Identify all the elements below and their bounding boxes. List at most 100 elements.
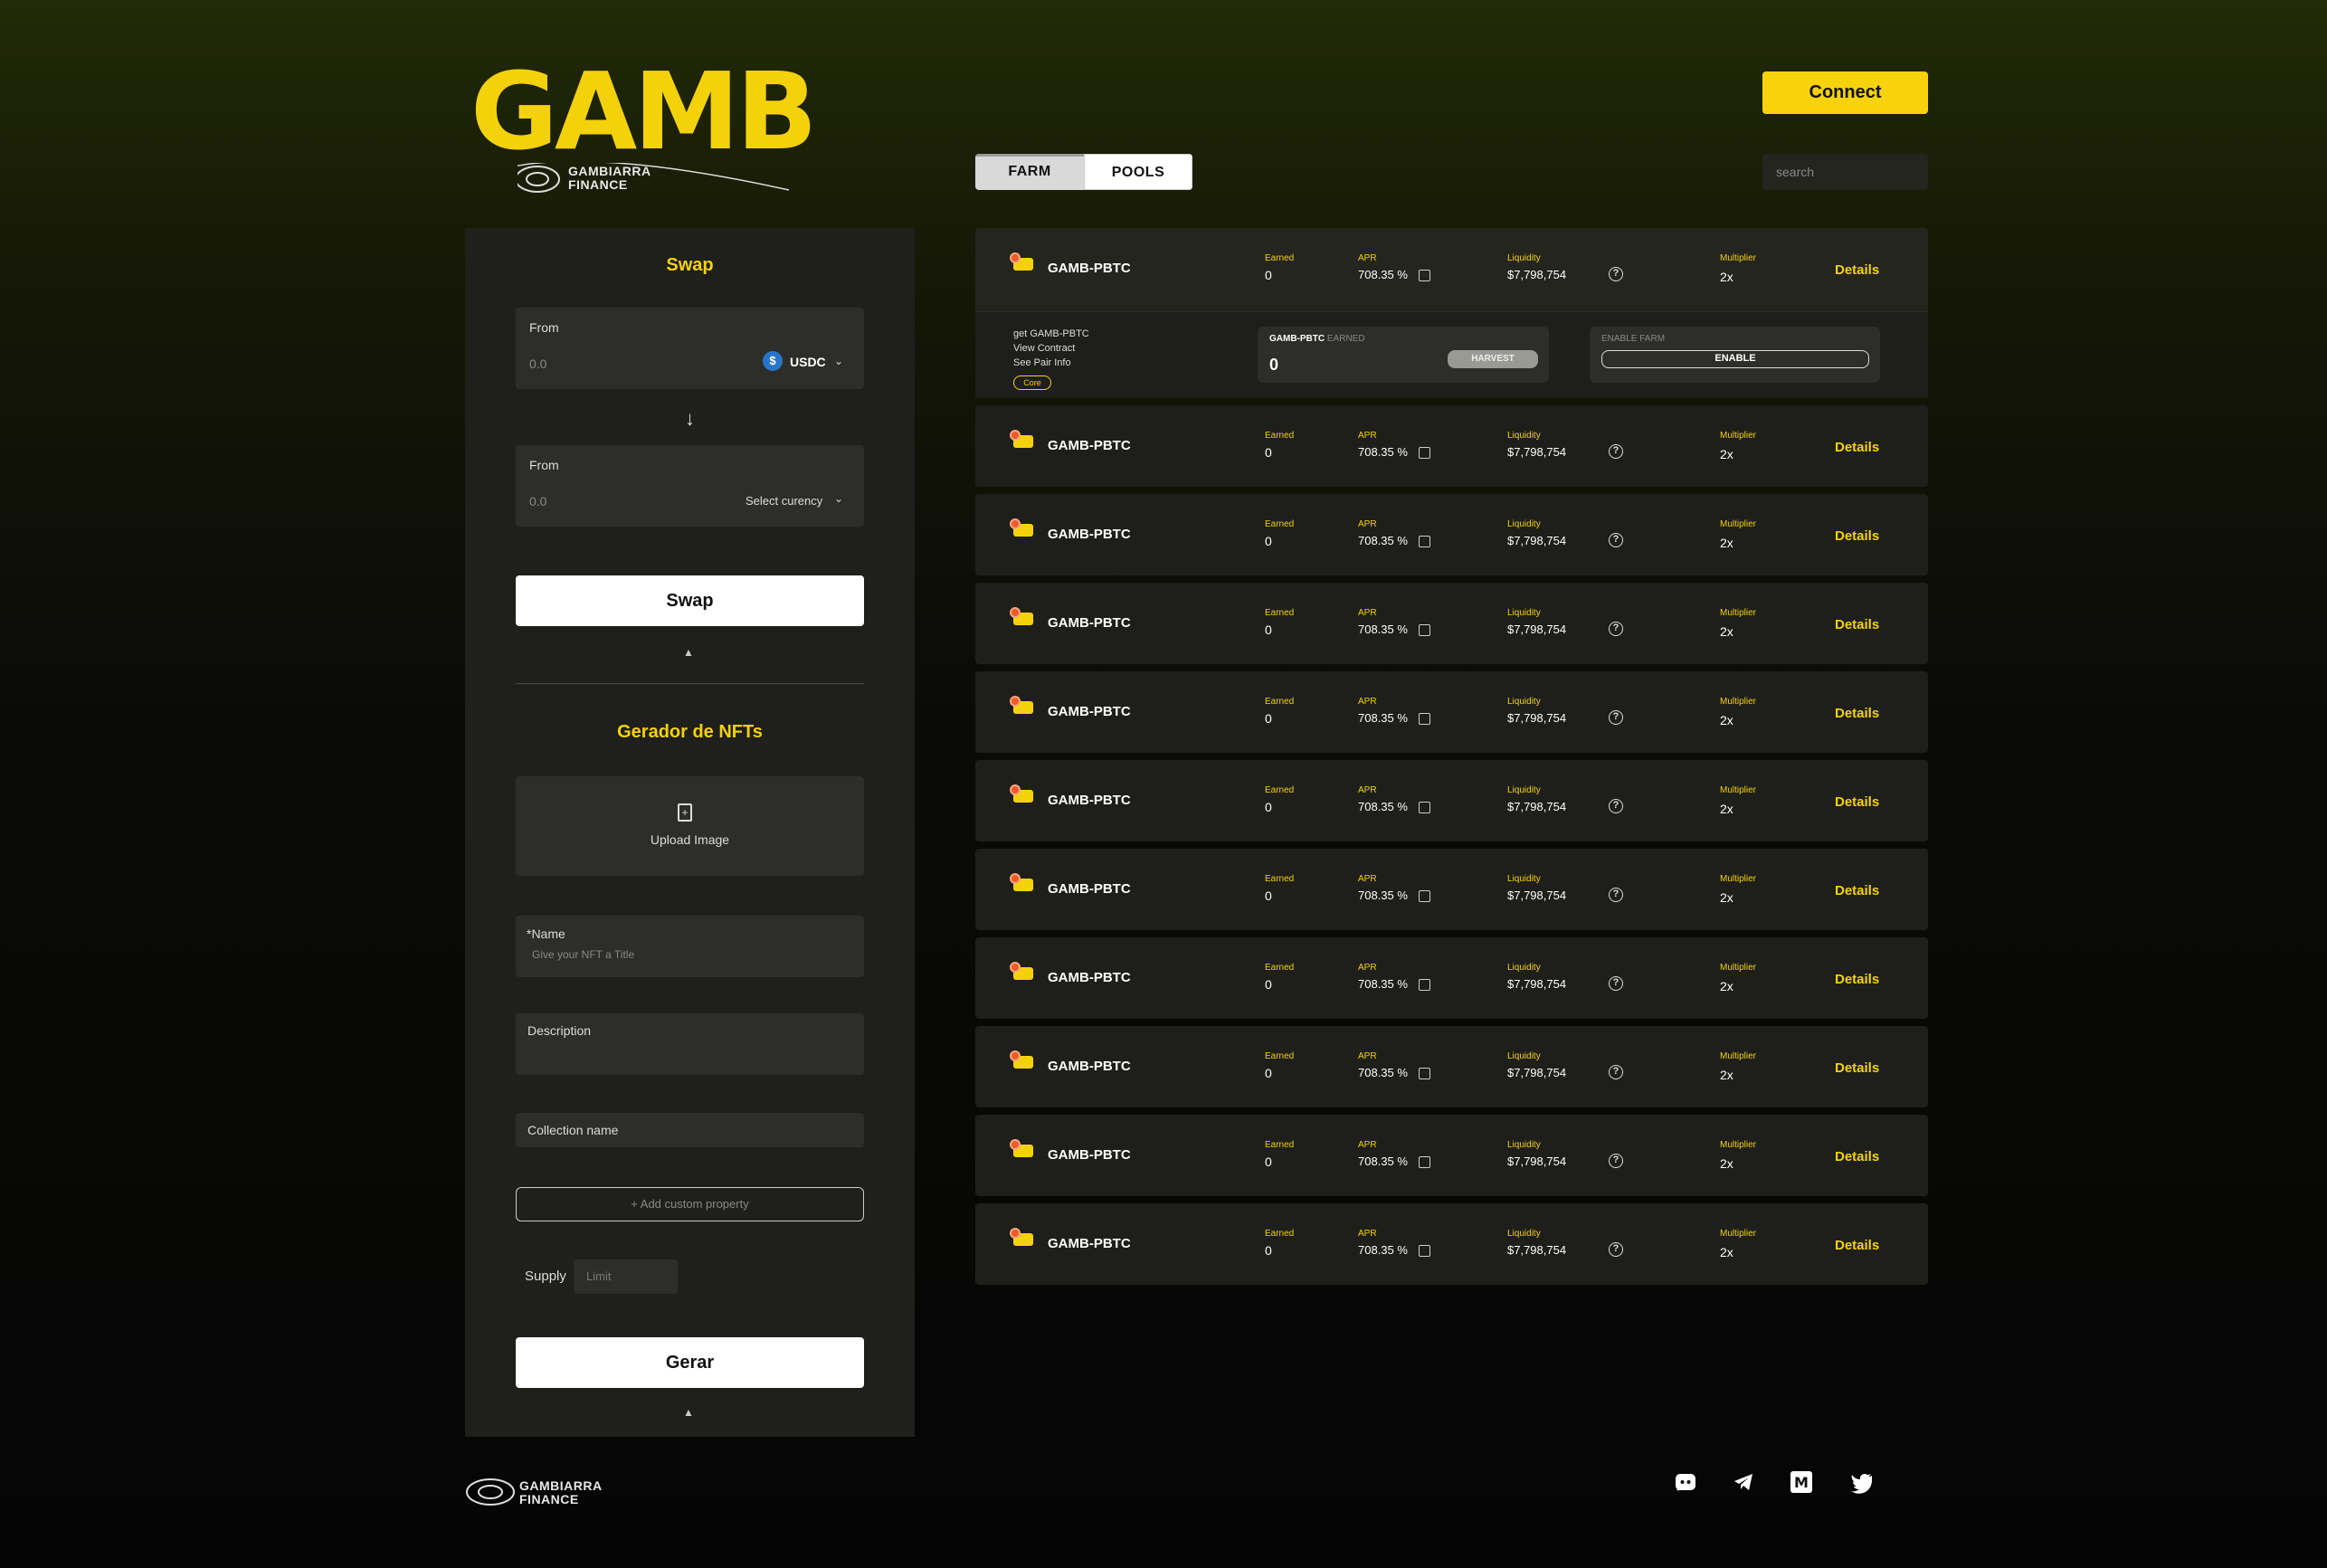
farm-row[interactable]: GAMB-PBTC Earned 0 APR 708.35 % Liquidit… (975, 937, 1928, 1019)
help-icon[interactable]: ? (1609, 444, 1623, 459)
medium-icon[interactable]: M (1790, 1470, 1813, 1494)
help-icon[interactable]: ? (1609, 622, 1623, 636)
gamb-logo[interactable]: GAMB GAMBIARRA FINANCE (465, 58, 818, 199)
calculator-icon[interactable] (1419, 713, 1430, 725)
calculator-icon[interactable] (1419, 624, 1430, 636)
calculator-icon[interactable] (1419, 979, 1430, 991)
calculator-icon[interactable] (1419, 802, 1430, 813)
twitter-icon[interactable] (1850, 1470, 1874, 1494)
nft-name-input[interactable]: Give your NFT a Title (532, 948, 634, 961)
calculator-icon[interactable] (1419, 270, 1430, 281)
farm-row[interactable]: GAMB-PBTC Earned 0 APR 708.35 % Liquidit… (975, 405, 1928, 487)
farm-row[interactable]: GAMB-PBTC Earned 0 APR 708.35 % Liquidit… (975, 1115, 1928, 1196)
help-icon[interactable]: ? (1609, 267, 1623, 281)
nft-description-field[interactable]: Description (516, 1013, 864, 1075)
add-custom-property-button[interactable]: + Add custom property (516, 1187, 864, 1221)
help-icon[interactable]: ? (1609, 799, 1623, 813)
details-link[interactable]: Details (1835, 1149, 1879, 1164)
earned-value: 0 (1265, 889, 1272, 903)
token-pair-icon (1010, 1139, 1033, 1157)
chevron-down-icon[interactable]: ⌄ (834, 355, 843, 367)
farm-row[interactable]: GAMB-PBTC Earned 0 APR 708.35 % Liquidit… (975, 494, 1928, 575)
nft-name-field[interactable]: *Name Give your NFT a Title (516, 916, 864, 977)
swap-button[interactable]: Swap (516, 575, 864, 626)
farm-row[interactable]: GAMB-PBTC Earned 0 APR 708.35 % Liquidit… (975, 583, 1928, 664)
telegram-icon[interactable] (1732, 1470, 1755, 1494)
swap-direction-icon[interactable]: ↓ (685, 407, 695, 431)
help-icon[interactable]: ? (1609, 1242, 1623, 1257)
help-icon[interactable]: ? (1609, 710, 1623, 725)
earned-amount: 0 (1269, 356, 1279, 374)
supply-input[interactable]: Limit (574, 1259, 678, 1294)
tab-farm[interactable]: FARM (975, 154, 1084, 190)
details-link[interactable]: Details (1835, 528, 1879, 544)
enable-button[interactable]: ENABLE (1601, 350, 1869, 368)
details-link[interactable]: Details (1835, 262, 1879, 278)
chevron-down-icon[interactable]: ⌄ (834, 492, 843, 505)
help-icon[interactable]: ? (1609, 1065, 1623, 1079)
apr-label: APR (1358, 785, 1377, 795)
details-link[interactable]: Details (1835, 617, 1879, 632)
get-pair-link[interactable]: get GAMB-PBTC (1013, 327, 1089, 341)
swap-to-label: From (529, 458, 559, 472)
enable-farm-box: ENABLE FARM ENABLE (1590, 327, 1880, 383)
swap-from-amount[interactable]: 0.0 (529, 356, 546, 371)
connect-button[interactable]: Connect (1762, 71, 1928, 114)
liquidity-value: $7,798,754 (1507, 889, 1567, 902)
calculator-icon[interactable] (1419, 1156, 1430, 1168)
calculator-icon[interactable] (1419, 1245, 1430, 1257)
farm-row[interactable]: GAMB-PBTC Earned 0 APR 708.35 % Liquidit… (975, 228, 1928, 398)
details-link[interactable]: Details (1835, 972, 1879, 987)
details-link[interactable]: Details (1835, 706, 1879, 721)
pair-name: GAMB-PBTC (1048, 438, 1131, 453)
liquidity-label: Liquidity (1507, 697, 1541, 707)
see-pair-info-link[interactable]: See Pair Info (1013, 356, 1089, 370)
nft-name-label: *Name (527, 927, 565, 941)
view-contract-link[interactable]: View Contract (1013, 341, 1089, 356)
calculator-icon[interactable] (1419, 1068, 1430, 1079)
multiplier-value: 2x (1720, 1068, 1733, 1082)
swap-to-field[interactable]: From 0.0 Select curency ⌄ (516, 445, 864, 527)
help-icon[interactable]: ? (1609, 888, 1623, 902)
swap-from-token[interactable]: USDC (790, 355, 826, 369)
collapse-icon[interactable]: ▲ (683, 646, 694, 659)
details-link[interactable]: Details (1835, 1238, 1879, 1253)
logo-wordmark: GAMB (470, 49, 818, 174)
multiplier-value: 2x (1720, 890, 1733, 905)
multiplier-label: Multiplier (1720, 253, 1757, 263)
details-link[interactable]: Details (1835, 883, 1879, 898)
earned-value: 0 (1265, 268, 1272, 282)
select-currency[interactable]: Select curency (746, 494, 822, 508)
earned-value: 0 (1265, 1243, 1272, 1258)
pair-name: GAMB-PBTC (1048, 1147, 1131, 1163)
gerar-button[interactable]: Gerar (516, 1337, 864, 1388)
swap-from-field[interactable]: From 0.0 $ USDC ⌄ (516, 308, 864, 389)
help-icon[interactable]: ? (1609, 1154, 1623, 1168)
harvest-button[interactable]: HARVEST (1448, 350, 1538, 368)
calculator-icon[interactable] (1419, 447, 1430, 459)
nft-collection-field[interactable]: Collection name (516, 1113, 864, 1147)
details-link[interactable]: Details (1835, 440, 1879, 455)
farm-row[interactable]: GAMB-PBTC Earned 0 APR 708.35 % Liquidit… (975, 1026, 1928, 1107)
farm-row[interactable]: GAMB-PBTC Earned 0 APR 708.35 % Liquidit… (975, 1203, 1928, 1285)
search-input[interactable]: search (1762, 154, 1928, 190)
calculator-icon[interactable] (1419, 890, 1430, 902)
multiplier-value: 2x (1720, 802, 1733, 816)
left-panel: Swap From 0.0 $ USDC ⌄ ↓ From 0.0 Select… (465, 228, 915, 1437)
collapse-icon[interactable]: ▲ (683, 1406, 694, 1419)
help-icon[interactable]: ? (1609, 976, 1623, 991)
swap-to-amount[interactable]: 0.0 (529, 494, 546, 508)
help-icon[interactable]: ? (1609, 533, 1623, 547)
details-link[interactable]: Details (1835, 1060, 1879, 1076)
farm-row[interactable]: GAMB-PBTC Earned 0 APR 708.35 % Liquidit… (975, 671, 1928, 753)
farm-row[interactable]: GAMB-PBTC Earned 0 APR 708.35 % Liquidit… (975, 849, 1928, 930)
tab-pools[interactable]: POOLS (1084, 154, 1192, 190)
discord-icon[interactable] (1674, 1470, 1697, 1494)
liquidity-label: Liquidity (1507, 785, 1541, 795)
calculator-icon[interactable] (1419, 536, 1430, 547)
upload-image-box[interactable]: + Upload Image (516, 776, 864, 876)
apr-value: 708.35 % (1358, 1155, 1408, 1168)
multiplier-label: Multiplier (1720, 608, 1757, 618)
details-link[interactable]: Details (1835, 794, 1879, 810)
farm-row[interactable]: GAMB-PBTC Earned 0 APR 708.35 % Liquidit… (975, 760, 1928, 841)
